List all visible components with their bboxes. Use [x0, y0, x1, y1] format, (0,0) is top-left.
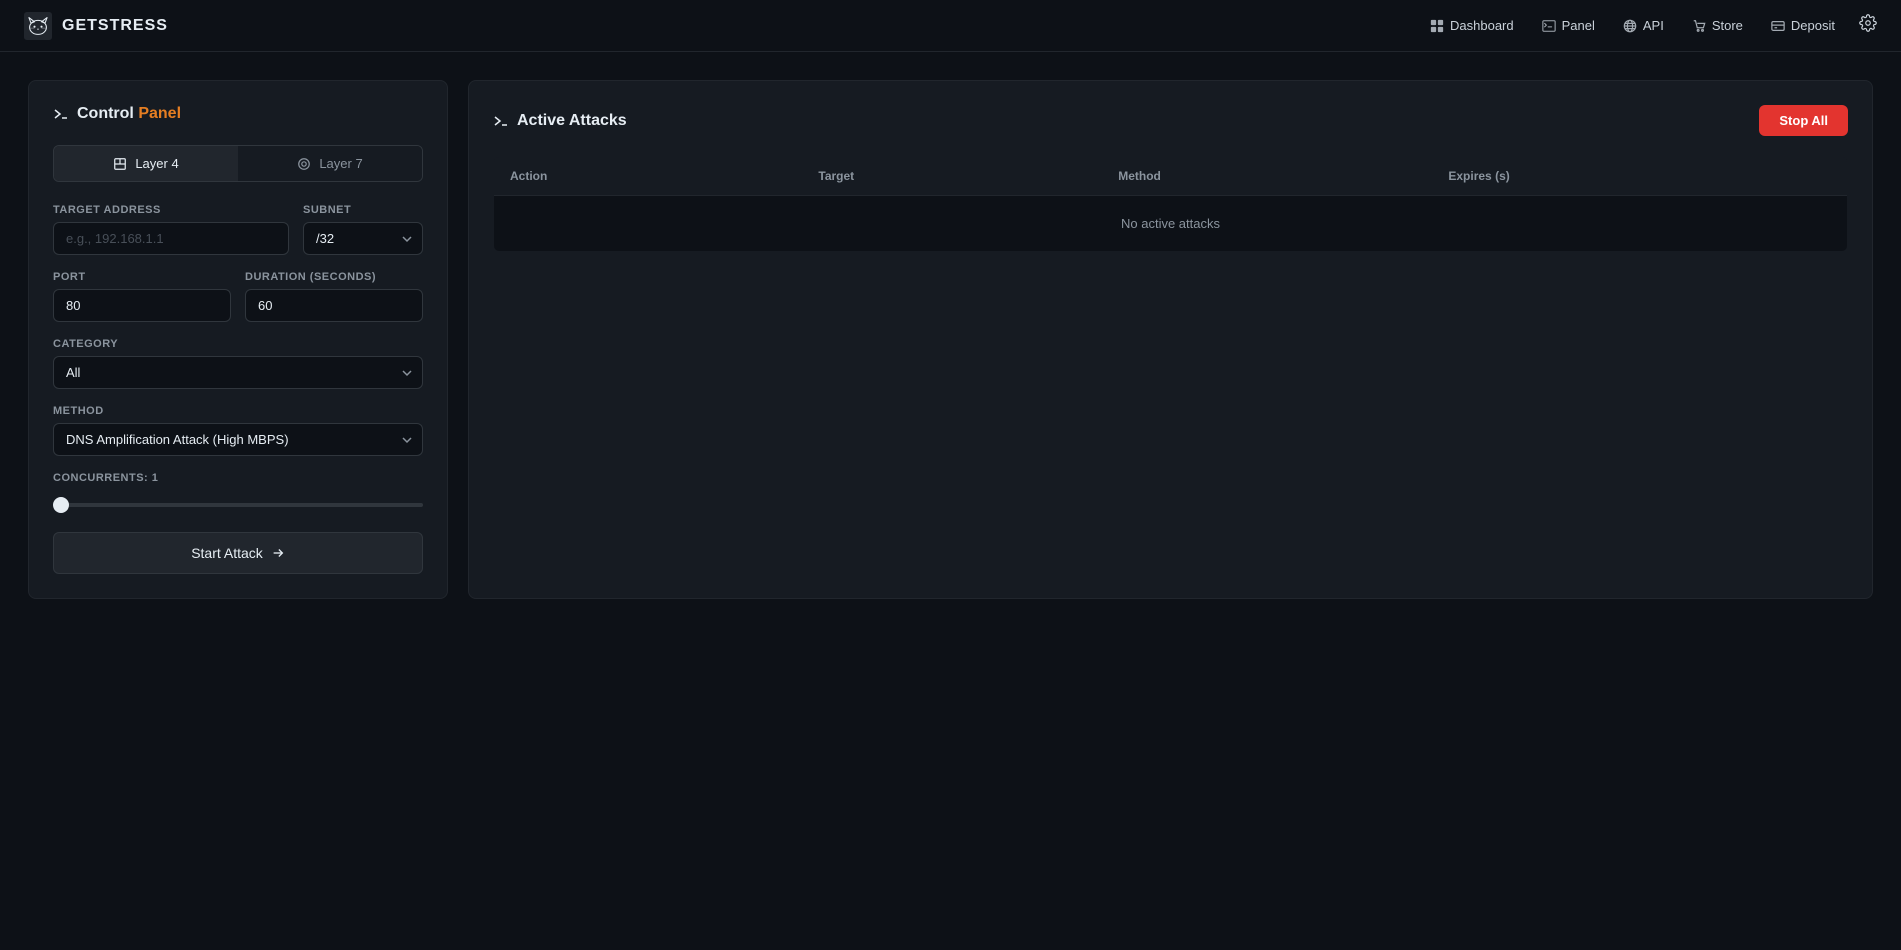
tab-layer4[interactable]: Layer 4	[54, 146, 238, 181]
main-content: Control Panel Layer 4 Layer 7	[0, 52, 1901, 627]
category-group: CATEGORY All UDP TCP ICMP	[53, 338, 423, 389]
target-address-label: TARGET ADDRESS	[53, 204, 289, 216]
nav-link-store[interactable]: Store	[1692, 18, 1743, 33]
subnet-select-wrapper: /32 /24 /16 /8	[303, 222, 423, 255]
concurrents-label: CONCURRENTS: 1	[53, 472, 423, 484]
subnet-select[interactable]: /32 /24 /16 /8	[303, 222, 423, 255]
attacks-terminal-icon	[493, 113, 509, 129]
port-group: PORT	[53, 271, 231, 322]
target-address-group: TARGET ADDRESS	[53, 204, 289, 255]
tab-layer7[interactable]: Layer 7	[238, 146, 422, 181]
method-select-wrapper: DNS Amplification Attack (High MBPS) UDP…	[53, 423, 423, 456]
category-label: CATEGORY	[53, 338, 423, 350]
logo-icon	[24, 12, 52, 40]
card-icon	[1771, 19, 1785, 33]
duration-group: DURATION (SECONDS)	[245, 271, 423, 322]
port-label: PORT	[53, 271, 231, 283]
target-address-input[interactable]	[53, 222, 289, 255]
arrow-right-icon	[271, 546, 285, 560]
attacks-table: Action Target Method Expires (s) No acti…	[493, 156, 1848, 252]
subnet-group: SUBNET /32 /24 /16 /8	[303, 204, 423, 255]
start-attack-button[interactable]: Start Attack	[53, 532, 423, 574]
gear-icon	[1859, 14, 1877, 32]
duration-input[interactable]	[245, 289, 423, 322]
navbar: GETSTRESS Dashboard Panel	[0, 0, 1901, 52]
attacks-panel-title: Active Attacks	[517, 112, 627, 130]
control-panel-title: Control Panel	[77, 105, 181, 123]
nav-api-label: API	[1643, 18, 1664, 33]
tab-layer7-label: Layer 7	[319, 156, 362, 171]
attacks-title-group: Active Attacks	[493, 112, 627, 130]
nav-store-label: Store	[1712, 18, 1743, 33]
terminal-prompt-icon	[53, 106, 69, 122]
col-target: Target	[802, 157, 1102, 196]
port-input[interactable]	[53, 289, 231, 322]
nav-link-api[interactable]: API	[1623, 18, 1664, 33]
col-method: Method	[1102, 157, 1432, 196]
layer4-icon	[113, 157, 127, 171]
attacks-panel-header: Active Attacks Stop All	[493, 105, 1848, 136]
target-subnet-row: TARGET ADDRESS SUBNET /32 /24 /16 /8	[53, 204, 423, 255]
dashboard-icon	[1430, 19, 1444, 33]
brand-logo[interactable]: GETSTRESS	[24, 12, 168, 40]
no-attacks-row: No active attacks	[494, 196, 1848, 252]
col-expires: Expires (s)	[1432, 157, 1847, 196]
method-group: METHOD DNS Amplification Attack (High MB…	[53, 405, 423, 456]
nav-link-dashboard[interactable]: Dashboard	[1430, 18, 1514, 33]
stop-all-button[interactable]: Stop All	[1759, 105, 1848, 136]
terminal-icon	[1542, 19, 1556, 33]
layer7-icon	[297, 157, 311, 171]
no-attacks-message: No active attacks	[494, 196, 1848, 252]
category-select[interactable]: All UDP TCP ICMP	[53, 356, 423, 389]
attacks-table-head: Action Target Method Expires (s)	[494, 157, 1848, 196]
nav-link-panel[interactable]: Panel	[1542, 18, 1595, 33]
subnet-label: SUBNET	[303, 204, 423, 216]
tab-layer4-label: Layer 4	[135, 156, 178, 171]
concurrents-group: CONCURRENTS: 1	[53, 472, 423, 512]
nav-dashboard-label: Dashboard	[1450, 18, 1514, 33]
nav-panel-label: Panel	[1562, 18, 1595, 33]
settings-button[interactable]	[1859, 14, 1877, 37]
nav-deposit-label: Deposit	[1791, 18, 1835, 33]
method-select[interactable]: DNS Amplification Attack (High MBPS) UDP…	[53, 423, 423, 456]
port-duration-row: PORT DURATION (SECONDS)	[53, 271, 423, 322]
nav-link-deposit[interactable]: Deposit	[1771, 18, 1835, 33]
attacks-table-body: No active attacks	[494, 196, 1848, 252]
active-attacks-panel: Active Attacks Stop All Action Target Me…	[468, 80, 1873, 599]
col-action: Action	[494, 157, 803, 196]
concurrents-slider[interactable]	[53, 503, 423, 507]
method-label: METHOD	[53, 405, 423, 417]
cart-icon	[1692, 19, 1706, 33]
control-panel: Control Panel Layer 4 Layer 7	[28, 80, 448, 599]
control-panel-header: Control Panel	[53, 105, 423, 123]
brand-name: GETSTRESS	[62, 17, 168, 35]
globe-icon	[1623, 19, 1637, 33]
nav-links: Dashboard Panel API	[1430, 18, 1835, 33]
layer-tabs: Layer 4 Layer 7	[53, 145, 423, 182]
attacks-table-header-row: Action Target Method Expires (s)	[494, 157, 1848, 196]
duration-label: DURATION (SECONDS)	[245, 271, 423, 283]
category-select-wrapper: All UDP TCP ICMP	[53, 356, 423, 389]
